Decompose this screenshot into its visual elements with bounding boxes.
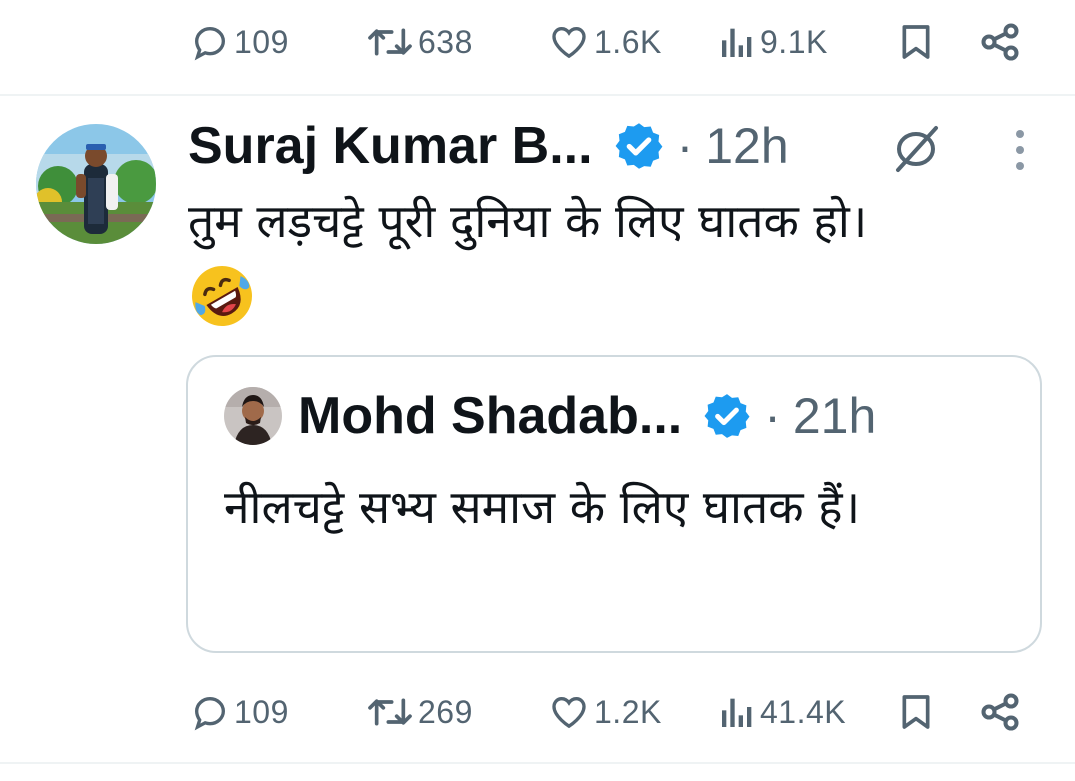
grok-button[interactable] xyxy=(888,124,944,178)
heart-icon xyxy=(552,696,586,729)
share-icon xyxy=(981,23,1019,61)
repost-icon xyxy=(368,28,412,56)
laughing-emoji-icon xyxy=(192,266,252,326)
more-options-button[interactable] xyxy=(1010,128,1030,176)
like-button[interactable]: 1.6K xyxy=(548,12,662,72)
verified-badge xyxy=(613,120,665,172)
repost-count: 638 xyxy=(418,23,473,60)
views-button[interactable]: 41.4K xyxy=(718,682,846,742)
author-name[interactable]: Suraj Kumar B... xyxy=(188,116,593,176)
avatar-image xyxy=(36,124,156,244)
quoted-avatar-image xyxy=(224,387,282,445)
quoted-meta-separator: · xyxy=(764,388,781,444)
reply-icon xyxy=(194,26,226,61)
meta-separator: · xyxy=(676,118,694,174)
views-count: 41.4K xyxy=(760,693,847,730)
views-icon xyxy=(722,28,752,57)
share-button[interactable] xyxy=(978,12,1022,72)
quoted-tweet-time[interactable]: 21h xyxy=(793,387,876,445)
bookmark-icon xyxy=(902,25,930,59)
repost-icon xyxy=(368,698,412,726)
grok-icon xyxy=(896,126,938,172)
verified-icon xyxy=(704,394,750,438)
like-button[interactable]: 1.2K xyxy=(548,682,662,742)
tweet-header: Suraj Kumar B... · 12h xyxy=(188,108,789,184)
top-action-bar: 109 638 1.6K 9.1K xyxy=(0,12,1075,72)
repost-button[interactable]: 269 xyxy=(366,682,473,742)
views-button[interactable]: 9.1K xyxy=(718,12,828,72)
quoted-verified-badge xyxy=(702,391,752,441)
views-count: 9.1K xyxy=(760,23,828,60)
reply-count: 109 xyxy=(234,23,289,60)
bottom-action-bar: 109 269 1.2K 41.4K xyxy=(0,682,1075,742)
like-count: 1.2K xyxy=(594,693,662,730)
more-icon xyxy=(1016,130,1024,170)
tweet-text: तुम लड़चट्टे पूरी दुनिया के लिए घातक हो। xyxy=(188,194,868,248)
rolling-on-floor-laughing-emoji xyxy=(188,262,256,330)
heart-icon xyxy=(552,26,586,59)
views-icon xyxy=(722,698,752,727)
share-button[interactable] xyxy=(978,682,1022,742)
quoted-author-name[interactable]: Mohd Shadab... xyxy=(298,386,682,446)
reply-count: 109 xyxy=(234,693,289,730)
reply-button[interactable]: 109 xyxy=(190,12,289,72)
tweet-time[interactable]: 12h xyxy=(705,117,788,175)
reply-button[interactable]: 109 xyxy=(190,682,289,742)
quoted-tweet-text: नीलचट्टे सभ्य समाज के लिए घातक हैं। xyxy=(224,480,861,534)
top-divider xyxy=(0,94,1075,96)
bookmark-button[interactable] xyxy=(896,12,936,72)
repost-button[interactable]: 638 xyxy=(366,12,473,72)
quoted-tweet-header: Mohd Shadab... · 21h xyxy=(298,381,876,451)
quoted-avatar[interactable] xyxy=(224,387,282,445)
verified-icon xyxy=(615,123,662,169)
bookmark-icon xyxy=(902,695,930,729)
bookmark-button[interactable] xyxy=(896,682,936,742)
repost-count: 269 xyxy=(418,693,473,730)
like-count: 1.6K xyxy=(594,23,662,60)
reply-icon xyxy=(194,696,226,731)
bottom-divider xyxy=(0,762,1075,764)
avatar[interactable] xyxy=(36,124,156,244)
share-icon xyxy=(981,693,1019,731)
quoted-tweet-card[interactable]: Mohd Shadab... · 21h नीलचट्टे सभ्य समाज … xyxy=(186,355,1042,653)
